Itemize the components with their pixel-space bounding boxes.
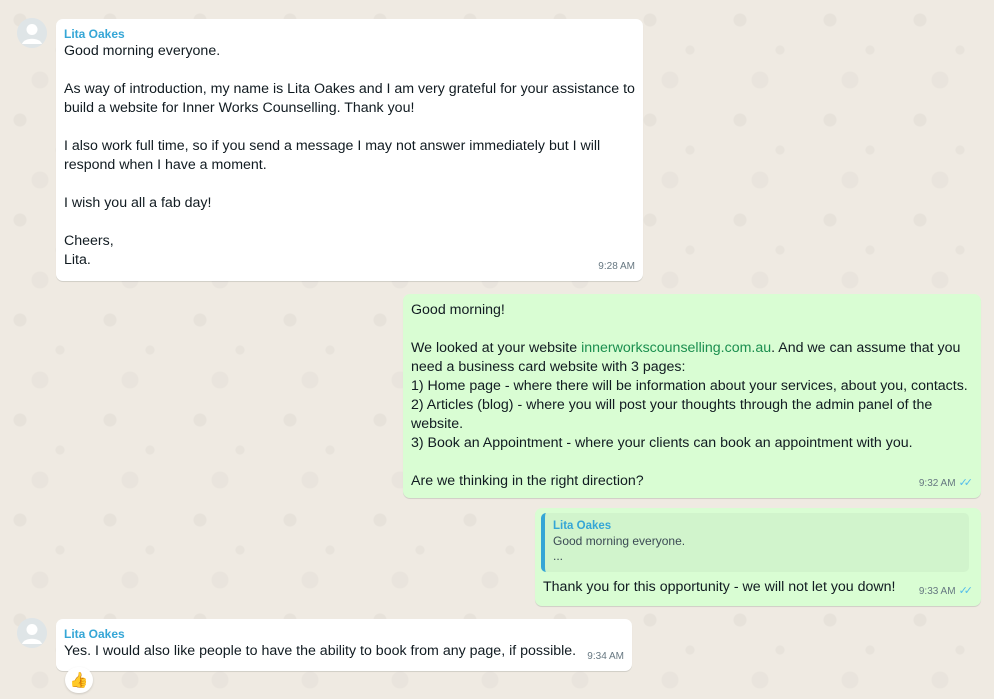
message-bubble-incoming[interactable]: Lita Oakes Good morning everyone. As way… [56, 19, 643, 281]
message-text: Good morning! We looked at your website … [411, 301, 973, 491]
message-line: 3) Book an Appointment - where your clie… [411, 435, 913, 451]
message-line: I wish you all a fab day! [64, 195, 212, 211]
message-text: Thank you for this opportunity - we will… [543, 579, 896, 595]
message-line: build a website for Inner Works Counsell… [64, 100, 415, 116]
message-line [411, 320, 973, 339]
message-line: Are we thinking in the right direction? [411, 473, 644, 489]
message-time: 9:28 AM [598, 261, 635, 272]
message-meta: 9:32 AM ✓✓ [919, 474, 973, 493]
avatar[interactable] [17, 18, 47, 48]
message-bubble-outgoing[interactable]: Lita Oakes Good morning everyone. ... Th… [535, 508, 981, 606]
message-line-text: We looked at your website [411, 340, 582, 356]
message-bubble-incoming[interactable]: Lita Oakes Yes. I would also like people… [56, 619, 632, 671]
message-line: respond when I have a moment. [64, 157, 267, 173]
default-person-avatar-icon [17, 18, 47, 48]
message-bubble-outgoing[interactable]: Good morning! We looked at your website … [403, 294, 981, 498]
thumbs-up-icon: 👍 [69, 672, 89, 689]
message-line: Good morning! [411, 302, 505, 318]
message-time: 9:32 AM [918, 478, 956, 489]
default-person-avatar-icon [17, 618, 47, 648]
message-line: 1) Home page - where there will be infor… [411, 378, 968, 394]
website-link[interactable]: innerworkscounselling.com.au [581, 340, 771, 356]
reaction-badge[interactable]: 👍 [65, 667, 93, 693]
message-line: need a business card website with 3 page… [411, 359, 686, 375]
message-line: Good morning everyone. [64, 43, 221, 59]
quoted-sender-name: Lita Oakes [553, 520, 612, 532]
message-line: As way of introduction, my name is Lita … [64, 81, 635, 97]
double-check-icon: ✓✓ [958, 585, 974, 597]
message-meta: 9:28 AM [598, 257, 635, 276]
message-line: website. [411, 416, 464, 432]
avatar[interactable] [17, 618, 47, 648]
double-check-icon: ✓✓ [958, 477, 974, 489]
message-meta: 9:33 AM ✓✓ [919, 582, 973, 601]
message-line [411, 453, 973, 472]
message-line: I also work full time, so if you send a … [64, 138, 601, 154]
message-line: We looked at your website innerworkscoun… [411, 339, 973, 358]
message-line [64, 175, 635, 194]
quoted-text: ... [553, 549, 564, 563]
message-line: 2) Articles (blog) - where you will post… [411, 397, 933, 413]
message-time: 9:34 AM [587, 651, 624, 662]
quoted-text: Good morning everyone. [553, 534, 686, 548]
message-text: Yes. I would also like people to have th… [64, 643, 577, 659]
sender-name[interactable]: Lita Oakes [64, 26, 635, 42]
message-line [64, 61, 635, 80]
message-line [64, 118, 635, 137]
quoted-message[interactable]: Lita Oakes Good morning everyone. ... [541, 513, 969, 572]
message-line: Cheers, [64, 233, 114, 249]
message-text: Good morning everyone. As way of introdu… [64, 42, 635, 270]
message-line [64, 213, 635, 232]
message-line: Lita. [64, 252, 91, 268]
message-line-text: . And we can assume that you [771, 340, 961, 356]
message-meta: 9:34 AM [587, 647, 624, 666]
message-time: 9:33 AM [918, 586, 956, 597]
sender-name[interactable]: Lita Oakes [64, 626, 624, 642]
